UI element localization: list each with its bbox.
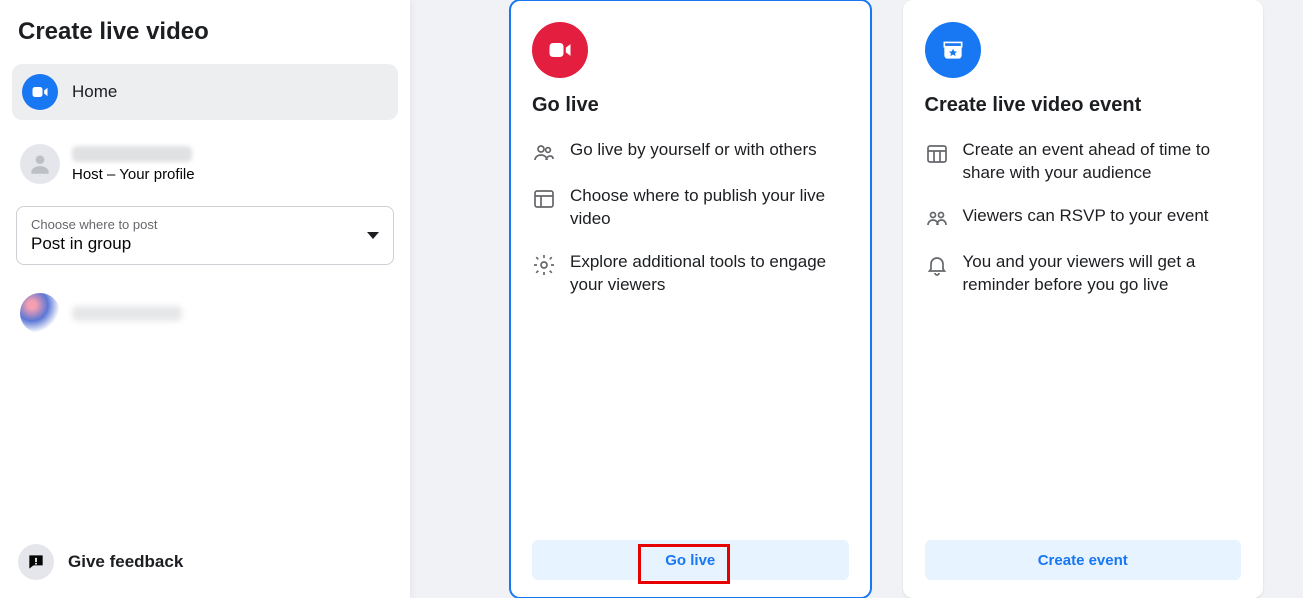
audience-icon <box>925 207 949 231</box>
feature-text: You and your viewers will get a reminder… <box>963 251 1242 297</box>
calendar-star-icon <box>925 22 981 78</box>
feature-list: Go live by yourself or with others Choos… <box>532 139 849 522</box>
card-title: Go live <box>532 94 849 117</box>
camera-icon <box>22 74 58 110</box>
main-content: Go live Go live by yourself or with othe… <box>410 0 1303 598</box>
feedback-icon <box>18 544 54 580</box>
card-create-event[interactable]: Create live video event Create an event … <box>903 0 1264 598</box>
card-go-live[interactable]: Go live Go live by yourself or with othe… <box>510 0 871 598</box>
profile-name-redacted <box>72 146 192 162</box>
people-icon <box>532 141 556 165</box>
give-feedback-button[interactable]: Give feedback <box>18 544 183 580</box>
layout-icon <box>532 187 556 211</box>
sidebar: Create live video Home Host – Your profi… <box>0 0 410 598</box>
feature-item: Viewers can RSVP to your event <box>925 205 1242 231</box>
post-destination-select[interactable]: Choose where to post Post in group <box>16 206 394 265</box>
group-row[interactable] <box>12 289 398 337</box>
feature-item: Create an event ahead of time to share w… <box>925 139 1242 185</box>
feature-text: Choose where to publish your live video <box>570 185 849 231</box>
feature-item: Choose where to publish your live video <box>532 185 849 231</box>
go-live-button[interactable]: Go live <box>532 540 849 580</box>
feature-list: Create an event ahead of time to share w… <box>925 139 1242 522</box>
group-name-redacted <box>72 306 182 321</box>
select-label: Choose where to post <box>31 217 157 232</box>
select-value: Post in group <box>31 234 157 254</box>
bell-icon <box>925 253 949 277</box>
host-profile-row[interactable]: Host – Your profile <box>12 140 398 188</box>
gear-icon <box>532 253 556 277</box>
group-avatar <box>20 293 60 333</box>
feature-text: Create an event ahead of time to share w… <box>963 139 1242 185</box>
feedback-label: Give feedback <box>68 552 183 572</box>
live-camera-icon <box>532 22 588 78</box>
feature-item: You and your viewers will get a reminder… <box>925 251 1242 297</box>
calendar-icon <box>925 141 949 165</box>
host-subtitle: Host – Your profile <box>72 166 195 183</box>
feature-item: Go live by yourself or with others <box>532 139 849 165</box>
feature-text: Explore additional tools to engage your … <box>570 251 849 297</box>
chevron-down-icon <box>367 232 379 239</box>
avatar <box>20 144 60 184</box>
card-title: Create live video event <box>925 94 1242 117</box>
feature-text: Viewers can RSVP to your event <box>963 205 1209 228</box>
sidebar-item-label: Home <box>72 82 117 102</box>
feature-text: Go live by yourself or with others <box>570 139 817 162</box>
feature-item: Explore additional tools to engage your … <box>532 251 849 297</box>
page-title: Create live video <box>18 18 392 46</box>
create-event-button[interactable]: Create event <box>925 540 1242 580</box>
sidebar-item-home[interactable]: Home <box>12 64 398 120</box>
